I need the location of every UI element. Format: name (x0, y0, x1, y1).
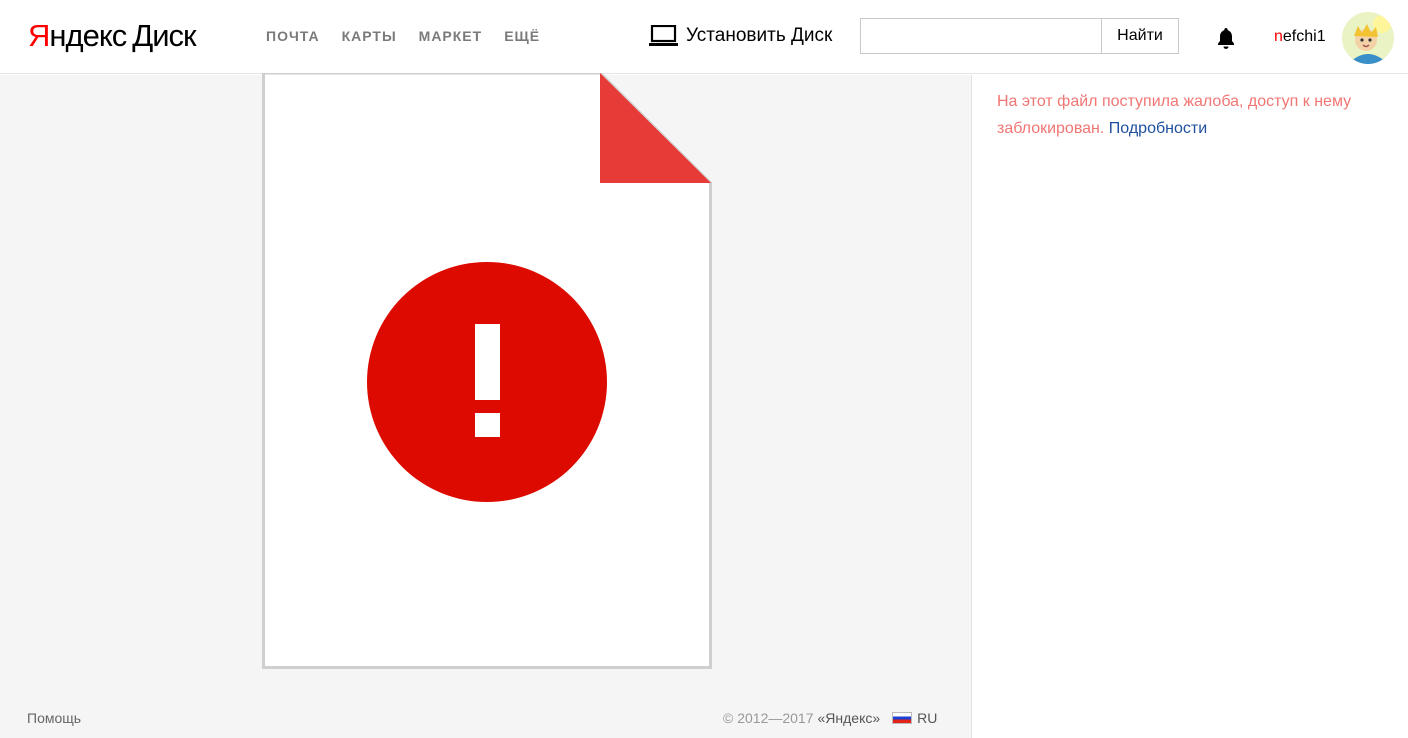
install-disk-button[interactable]: Установить Диск (649, 24, 832, 48)
services-nav: ПОЧТА КАРТЫ МАРКЕТ ЕЩЁ (266, 27, 540, 45)
search-input[interactable] (860, 18, 1101, 54)
nav-market[interactable]: МАРКЕТ (419, 27, 483, 45)
user-login-rest: efchi1 (1282, 28, 1326, 45)
yandex-company-link[interactable]: «Яндекс» (818, 709, 881, 727)
blocked-file-message: На этот файл поступила жалоба, доступ к … (997, 88, 1377, 142)
nav-maps[interactable]: КАРТЫ (342, 27, 397, 45)
search-form: Найти (860, 18, 1179, 54)
header: Яндекс Диск ПОЧТА КАРТЫ МАРКЕТ ЕЩЁ Устано… (0, 0, 1408, 74)
nav-more[interactable]: ЕЩЁ (504, 27, 540, 45)
logo-ya: Я (28, 18, 50, 53)
nav-mail[interactable]: ПОЧТА (266, 27, 320, 45)
footer-copyright: © 2012—2017 «Яндекс» RU (723, 709, 937, 727)
search-button[interactable]: Найти (1101, 18, 1179, 54)
avatar[interactable] (1342, 12, 1394, 64)
warning-icon (367, 262, 607, 502)
laptop-icon (649, 25, 678, 46)
user-login[interactable]: nefchi1 (1274, 27, 1326, 47)
help-link[interactable]: Помощь (27, 709, 81, 727)
user-login-first-letter: n (1274, 28, 1283, 45)
copyright-text: © 2012—2017 (723, 710, 814, 726)
bell-icon[interactable] (1214, 26, 1238, 50)
flag-ru-icon[interactable] (892, 712, 913, 724)
install-disk-label: Установить Диск (686, 25, 833, 46)
logo-product: Диск (132, 18, 196, 53)
language-switch[interactable]: RU (917, 709, 937, 727)
yandex-disk-logo[interactable]: Яндекс Диск (28, 18, 197, 54)
file-preview-area: Помощь © 2012—2017 «Яндекс» RU (0, 73, 972, 738)
details-link[interactable]: Подробности (1109, 120, 1207, 137)
logo-ya-rest: ндекс (49, 18, 127, 53)
blocked-file-document (262, 73, 712, 669)
avatar-image (1342, 12, 1394, 64)
